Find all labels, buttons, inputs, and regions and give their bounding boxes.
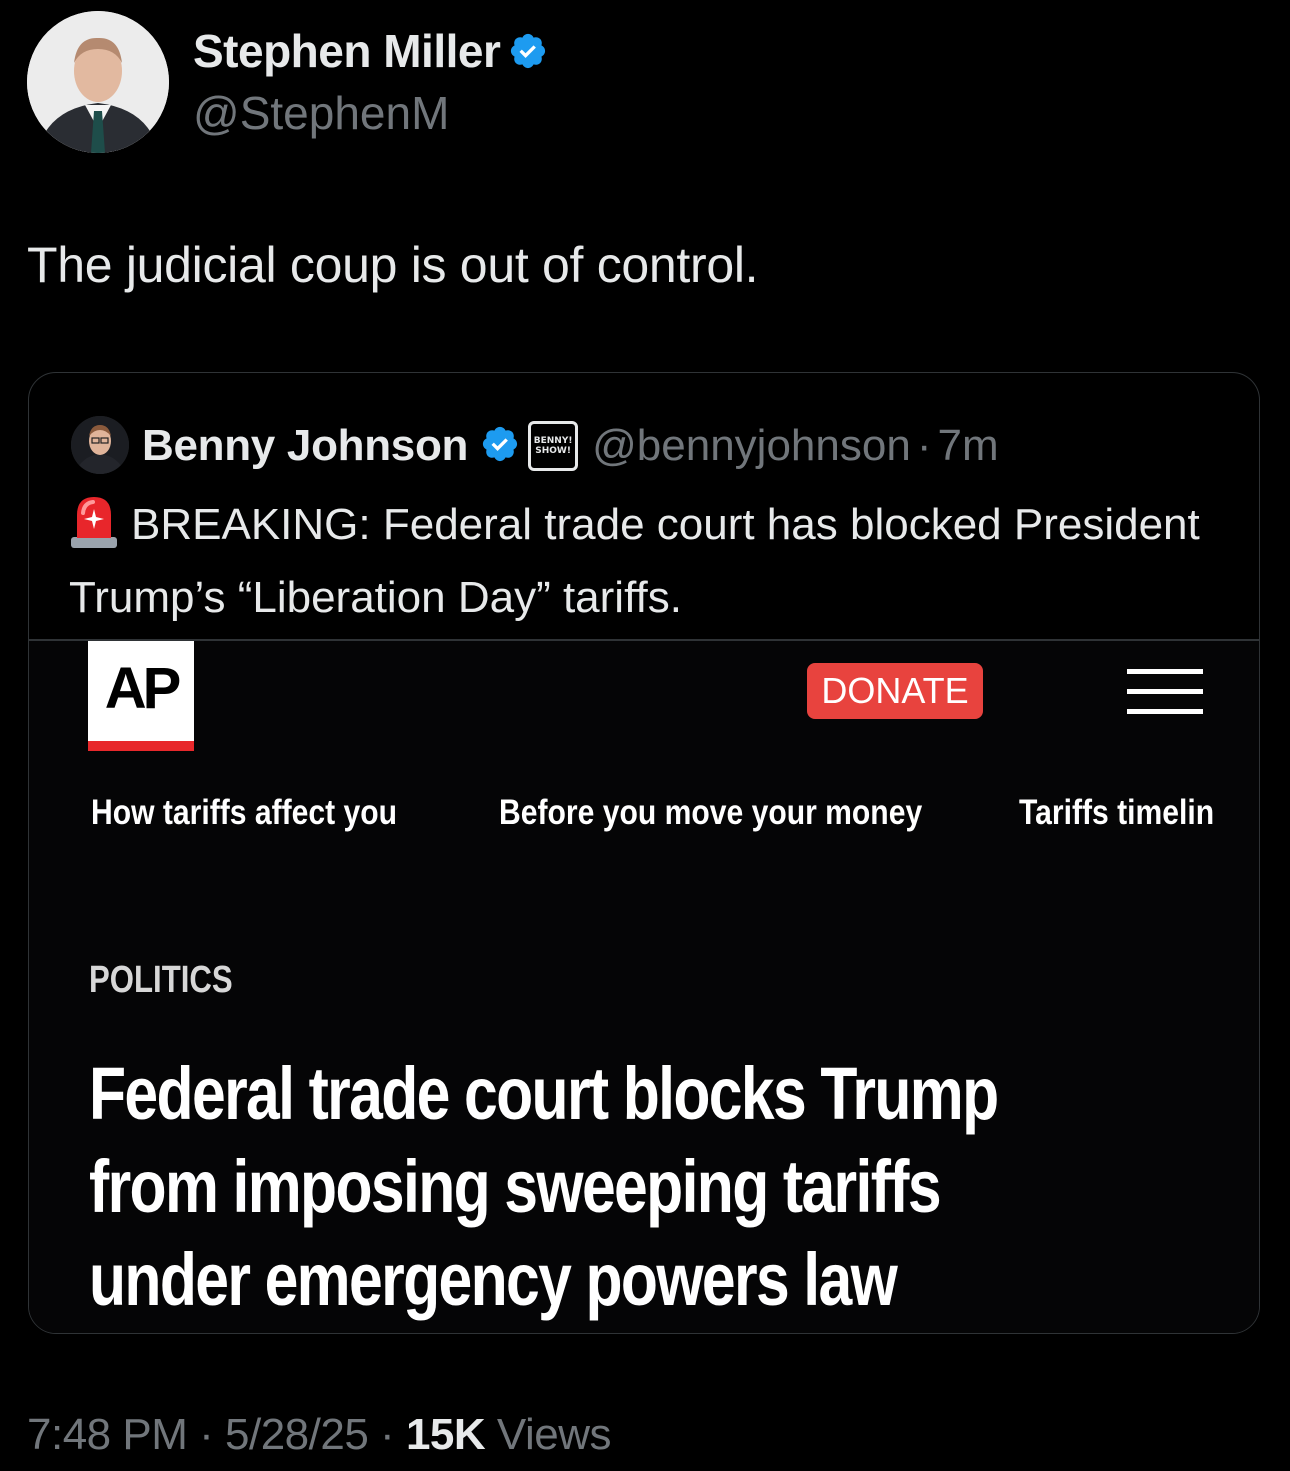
headline-line-1: Federal trade court blocks Trump (89, 1052, 999, 1135)
nav-item-tariffs-affect: How tariffs affect you (91, 793, 398, 832)
tweet-time[interactable]: 7:48 PM (27, 1410, 188, 1459)
author-name[interactable]: Stephen Miller (193, 24, 548, 82)
verified-badge-icon (508, 28, 548, 82)
views-count: 15K (405, 1410, 486, 1459)
quoted-tweet-text: BREAKING: Federal trade court has blocke… (69, 491, 1209, 629)
views-label: Views (496, 1410, 612, 1459)
author-avatar[interactable] (27, 11, 169, 153)
quoted-author-name[interactable]: Benny Johnson (142, 421, 468, 471)
author-handle[interactable]: @StephenM (193, 86, 449, 140)
affiliate-badge[interactable]: BENNY! SHOW! (528, 421, 579, 471)
donate-button: DONATE (807, 663, 983, 719)
tweet-text: The judicial coup is out of control. (27, 237, 759, 293)
profile-photo (27, 11, 169, 153)
article-screenshot-image[interactable]: AP DONATE How tariffs affect you Before … (29, 641, 1259, 1333)
article-headline: Federal trade court blocks Trump from im… (89, 1047, 1188, 1326)
header-separator: · (916, 421, 932, 470)
quoted-author-handle[interactable]: @bennyjohnson (592, 421, 911, 471)
quoted-tweet-header: Benny Johnson BENNY! SHOW! @bennyjohnson… (142, 417, 999, 475)
quoted-author-avatar[interactable] (71, 416, 129, 474)
ap-logo: AP (88, 641, 194, 751)
meta-separator: · (380, 1410, 395, 1459)
quoted-tweet-time[interactable]: 7m (937, 421, 998, 471)
quoted-tweet-card[interactable]: Benny Johnson BENNY! SHOW! @bennyjohnson… (28, 372, 1260, 1334)
police-siren-icon (69, 491, 119, 566)
quoted-profile-photo (71, 416, 129, 474)
nav-item-move-money: Before you move your money (499, 793, 923, 832)
affiliate-badge-line1: BENNY! (533, 436, 573, 446)
headline-line-2: from imposing sweeping tariffs (89, 1145, 942, 1228)
hamburger-menu-icon (1127, 669, 1203, 720)
affiliate-badge-line2: SHOW! (535, 446, 571, 456)
tweet-meta: 7:48 PM · 5/28/25 · 15K Views (27, 1410, 611, 1460)
verified-badge-icon (480, 424, 520, 469)
meta-separator: · (199, 1410, 214, 1459)
headline-line-3: under emergency powers law (89, 1238, 898, 1321)
article-nav: How tariffs affect you Before you move y… (91, 793, 1236, 843)
article-section-label: POLITICS (89, 959, 233, 1001)
nav-item-tariffs-timeline: Tariffs timelin (1019, 793, 1215, 832)
author-name-text: Stephen Miller (193, 25, 501, 77)
tweet-date[interactable]: 5/28/25 (225, 1410, 369, 1459)
quoted-tweet-body: BREAKING: Federal trade court has blocke… (69, 500, 1200, 622)
ap-logo-text: AP (104, 656, 182, 721)
ap-logo-bar (88, 741, 194, 751)
